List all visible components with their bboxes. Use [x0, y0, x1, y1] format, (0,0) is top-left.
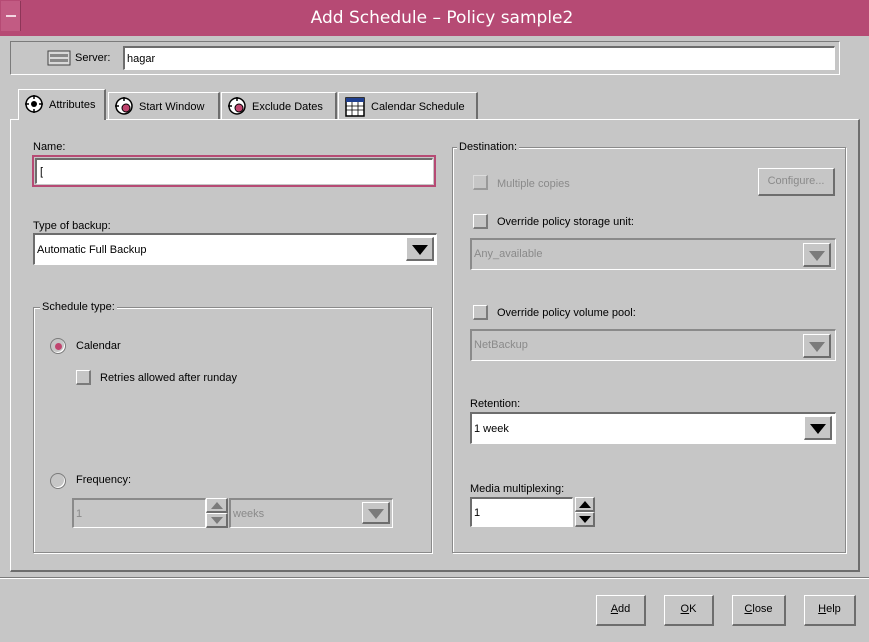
- arrow-up-icon: [211, 502, 223, 509]
- volume-pool-value: NetBackup: [474, 339, 528, 351]
- tab-start-window[interactable]: Start Window: [108, 92, 220, 120]
- server-panel: Server: hagar: [10, 41, 840, 75]
- server-value: hagar: [127, 53, 156, 65]
- retries-checkbox[interactable]: [76, 370, 91, 385]
- calendar-radio[interactable]: [50, 338, 66, 354]
- tab-exclude-dates[interactable]: Exclude Dates: [221, 92, 337, 120]
- frequency-radio[interactable]: [50, 473, 66, 489]
- server-field: hagar: [123, 46, 835, 70]
- close-button[interactable]: Close: [732, 595, 786, 626]
- name-label: Name:: [33, 141, 66, 153]
- media-multiplexing-stepper[interactable]: [575, 497, 595, 527]
- configure-button[interactable]: Configure...: [758, 168, 835, 196]
- retention-value: 1 week: [474, 423, 509, 435]
- add-button-mnemonic: A: [610, 603, 619, 615]
- frequency-input[interactable]: 1: [72, 498, 206, 528]
- gear-people-icon: [24, 94, 44, 114]
- server-icon: [47, 50, 71, 66]
- media-multiplexing-value: 1: [474, 507, 481, 519]
- destination-legend: Destination:: [457, 140, 520, 154]
- calendar-radio-dot: [55, 343, 62, 350]
- storage-unit-value: Any_available: [474, 248, 543, 260]
- frequency-value: 1: [76, 508, 83, 520]
- schedule-type-legend: Schedule type:: [40, 300, 117, 314]
- ok-button[interactable]: OK: [664, 595, 714, 626]
- window-menu-button[interactable]: [1, 1, 21, 31]
- volume-pool-dropdown-button[interactable]: [803, 334, 831, 358]
- volume-pool-select[interactable]: NetBackup: [470, 329, 836, 361]
- add-button[interactable]: Add: [596, 595, 646, 626]
- chevron-down-icon: [810, 424, 826, 434]
- chevron-down-icon: [412, 245, 428, 255]
- clock-gear-icon: [114, 96, 134, 116]
- multiplexing-down-button[interactable]: [575, 512, 595, 527]
- storage-unit-dropdown-button[interactable]: [803, 243, 831, 267]
- exclude-gear-icon: [227, 96, 247, 116]
- tab-calendar-schedule[interactable]: Calendar Schedule: [338, 92, 478, 120]
- arrow-down-icon: [211, 517, 223, 524]
- media-multiplexing-input[interactable]: 1: [470, 497, 573, 527]
- multiple-copies-label: Multiple copies: [497, 178, 570, 190]
- frequency-label: Frequency:: [76, 474, 132, 486]
- frequency-up-button[interactable]: [206, 498, 228, 513]
- arrow-up-icon: [579, 501, 591, 508]
- chevron-down-icon: [809, 251, 825, 261]
- add-button-rest: dd: [618, 603, 631, 615]
- dialog-window: Add Schedule – Policy sample2 Server: ha…: [0, 0, 869, 642]
- footer-divider: [0, 577, 869, 579]
- server-label: Server:: [75, 52, 111, 64]
- frequency-unit-select[interactable]: weeks: [229, 498, 393, 528]
- arrow-down-icon: [579, 516, 591, 523]
- retries-label: Retries allowed after runday: [100, 372, 237, 384]
- ok-button-mnemonic: O: [680, 603, 690, 615]
- calendar-radio-label: Calendar: [76, 340, 121, 352]
- name-focus-border: [: [32, 155, 436, 187]
- storage-unit-select[interactable]: Any_available: [470, 238, 836, 270]
- help-button-rest: elp: [826, 603, 841, 615]
- media-multiplexing-label: Media multiplexing:: [470, 483, 565, 495]
- retention-label: Retention:: [470, 398, 521, 410]
- title-bar[interactable]: Add Schedule – Policy sample2: [0, 0, 869, 36]
- name-input-value: [: [40, 166, 44, 178]
- help-button[interactable]: Help: [804, 595, 856, 626]
- window-title: Add Schedule – Policy sample2: [310, 8, 574, 28]
- help-button-mnemonic: H: [818, 603, 827, 615]
- destination-group: Destination: Multiple copies Configure..…: [452, 140, 846, 553]
- close-button-rest: lose: [752, 603, 773, 615]
- type-of-backup-label: Type of backup:: [33, 220, 111, 232]
- frequency-unit-value: weeks: [233, 508, 265, 520]
- chevron-down-icon: [368, 509, 384, 519]
- override-storage-label: Override policy storage unit:: [497, 216, 634, 228]
- type-of-backup-value: Automatic Full Backup: [37, 244, 147, 256]
- type-of-backup-select[interactable]: Automatic Full Backup: [33, 233, 437, 265]
- schedule-type-group: Schedule type: Calendar Retries allowed …: [33, 300, 432, 553]
- tab-calendar-schedule-label: Calendar Schedule: [371, 101, 465, 113]
- tab-attributes[interactable]: Attributes: [18, 89, 106, 120]
- tab-attributes-label: Attributes: [49, 99, 96, 111]
- chevron-down-icon: [809, 342, 825, 352]
- tab-exclude-dates-label: Exclude Dates: [252, 101, 323, 113]
- frequency-down-button[interactable]: [206, 513, 228, 528]
- ok-button-rest: K: [689, 603, 697, 615]
- calendar-icon: [345, 97, 365, 117]
- override-pool-label: Override policy volume pool:: [497, 307, 636, 319]
- tab-content-panel: Name: [ Type of backup: Automatic Full B…: [10, 119, 860, 572]
- tab-start-window-label: Start Window: [139, 101, 205, 113]
- name-input[interactable]: [: [35, 158, 433, 184]
- override-pool-checkbox[interactable]: [473, 305, 488, 320]
- multiple-copies-checkbox[interactable]: [473, 175, 488, 190]
- type-of-backup-dropdown-button[interactable]: [406, 237, 434, 261]
- frequency-stepper[interactable]: [206, 498, 228, 528]
- frequency-unit-dropdown-button[interactable]: [362, 502, 390, 524]
- retention-dropdown-button[interactable]: [804, 416, 832, 440]
- multiplexing-up-button[interactable]: [575, 497, 595, 512]
- retention-select[interactable]: 1 week: [470, 412, 836, 444]
- override-storage-checkbox[interactable]: [473, 214, 488, 229]
